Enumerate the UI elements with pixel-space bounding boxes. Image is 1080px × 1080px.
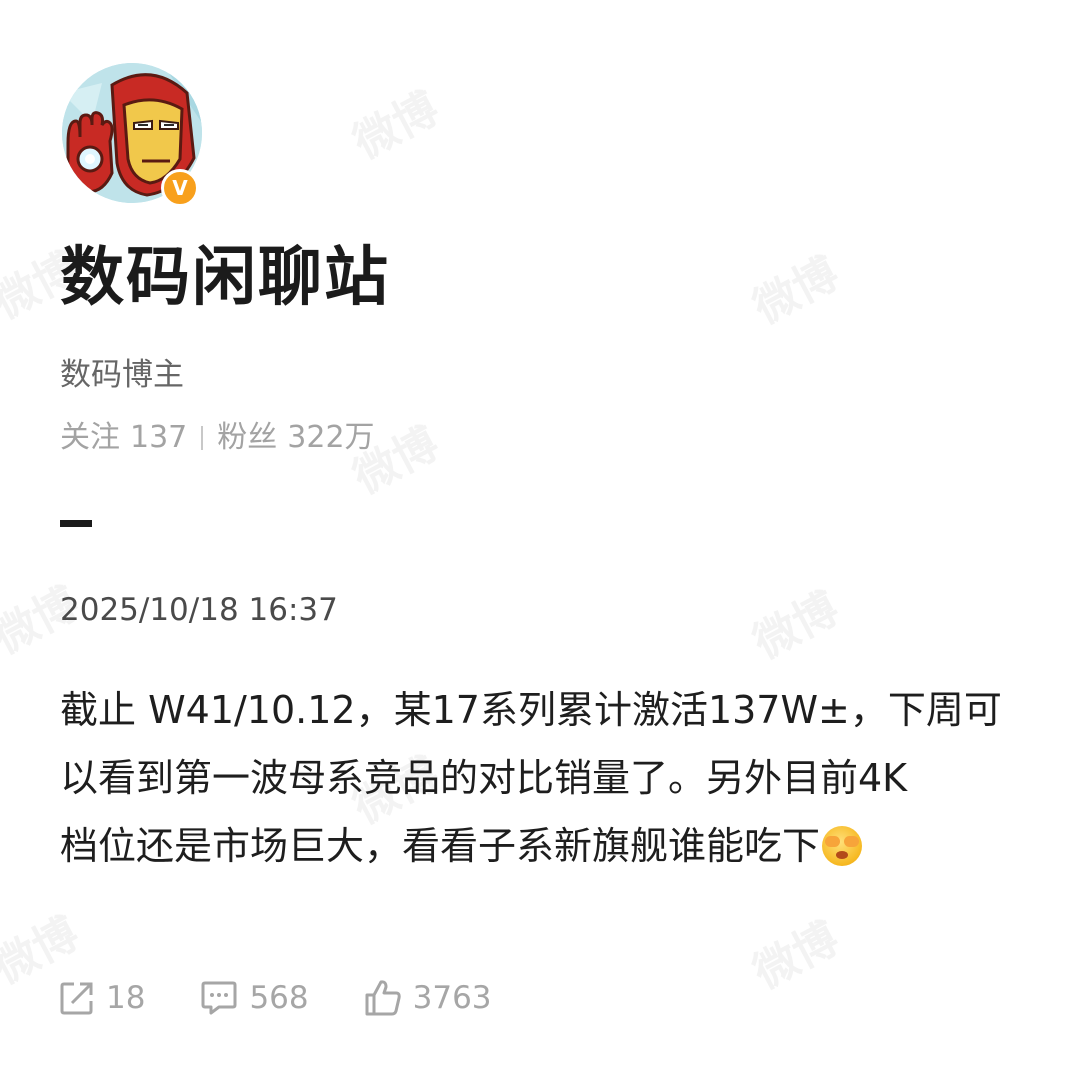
like-count: 3763 <box>412 980 492 1016</box>
like-button[interactable]: 3763 <box>363 978 492 1018</box>
repost-button[interactable]: 18 <box>58 979 145 1017</box>
verified-badge-icon: V <box>161 169 199 207</box>
profile-stats: 关注 137 粉丝 322万 <box>60 418 375 458</box>
post-text-line-content: 档位还是市场巨大，看看子系新旗舰谁能吃下 <box>60 824 821 868</box>
profile-name[interactable]: 数码闲聊站 <box>60 240 390 316</box>
comment-button[interactable]: 568 <box>199 979 309 1017</box>
comment-count: 568 <box>249 980 309 1016</box>
post-text-line: 以看到第一波母系竞品的对比销量了。另外目前4K <box>60 756 908 800</box>
weibo-post-card: V 数码闲聊站 数码博主 关注 137 粉丝 322万 2025/10/18 16:… <box>0 0 1080 1080</box>
stats-divider <box>201 426 204 450</box>
thumbs-up-icon <box>365 980 401 1016</box>
face-with-hand-over-mouth-emoji-icon <box>822 826 863 866</box>
following-count: 137 <box>130 420 188 455</box>
verified-mark: V <box>172 176 188 200</box>
profile-bio: 数码博主 <box>60 357 184 393</box>
post-timestamp: 2025/10/18 16:37 <box>60 592 338 628</box>
post-actions: 18 568 3763 <box>58 978 546 1018</box>
post-text-line: 档位还是市场巨大，看看子系新旗舰谁能吃下 <box>60 812 1030 880</box>
following-stat[interactable]: 关注 137 <box>60 418 187 458</box>
repost-count: 18 <box>106 980 146 1016</box>
post-text-line: 截止 W41/10.12，某17系列累计激活137W±，下周可 <box>60 688 1002 732</box>
followers-count: 322万 <box>287 420 375 455</box>
section-divider <box>60 520 92 527</box>
post-text: 截止 W41/10.12，某17系列累计激活137W±，下周可 以看到第一波母系… <box>60 676 1030 880</box>
following-label: 关注 <box>60 420 120 455</box>
repost-icon <box>60 982 93 1015</box>
followers-stat[interactable]: 粉丝 322万 <box>217 418 374 458</box>
comment-icon <box>201 981 237 1015</box>
followers-label: 粉丝 <box>217 420 278 455</box>
